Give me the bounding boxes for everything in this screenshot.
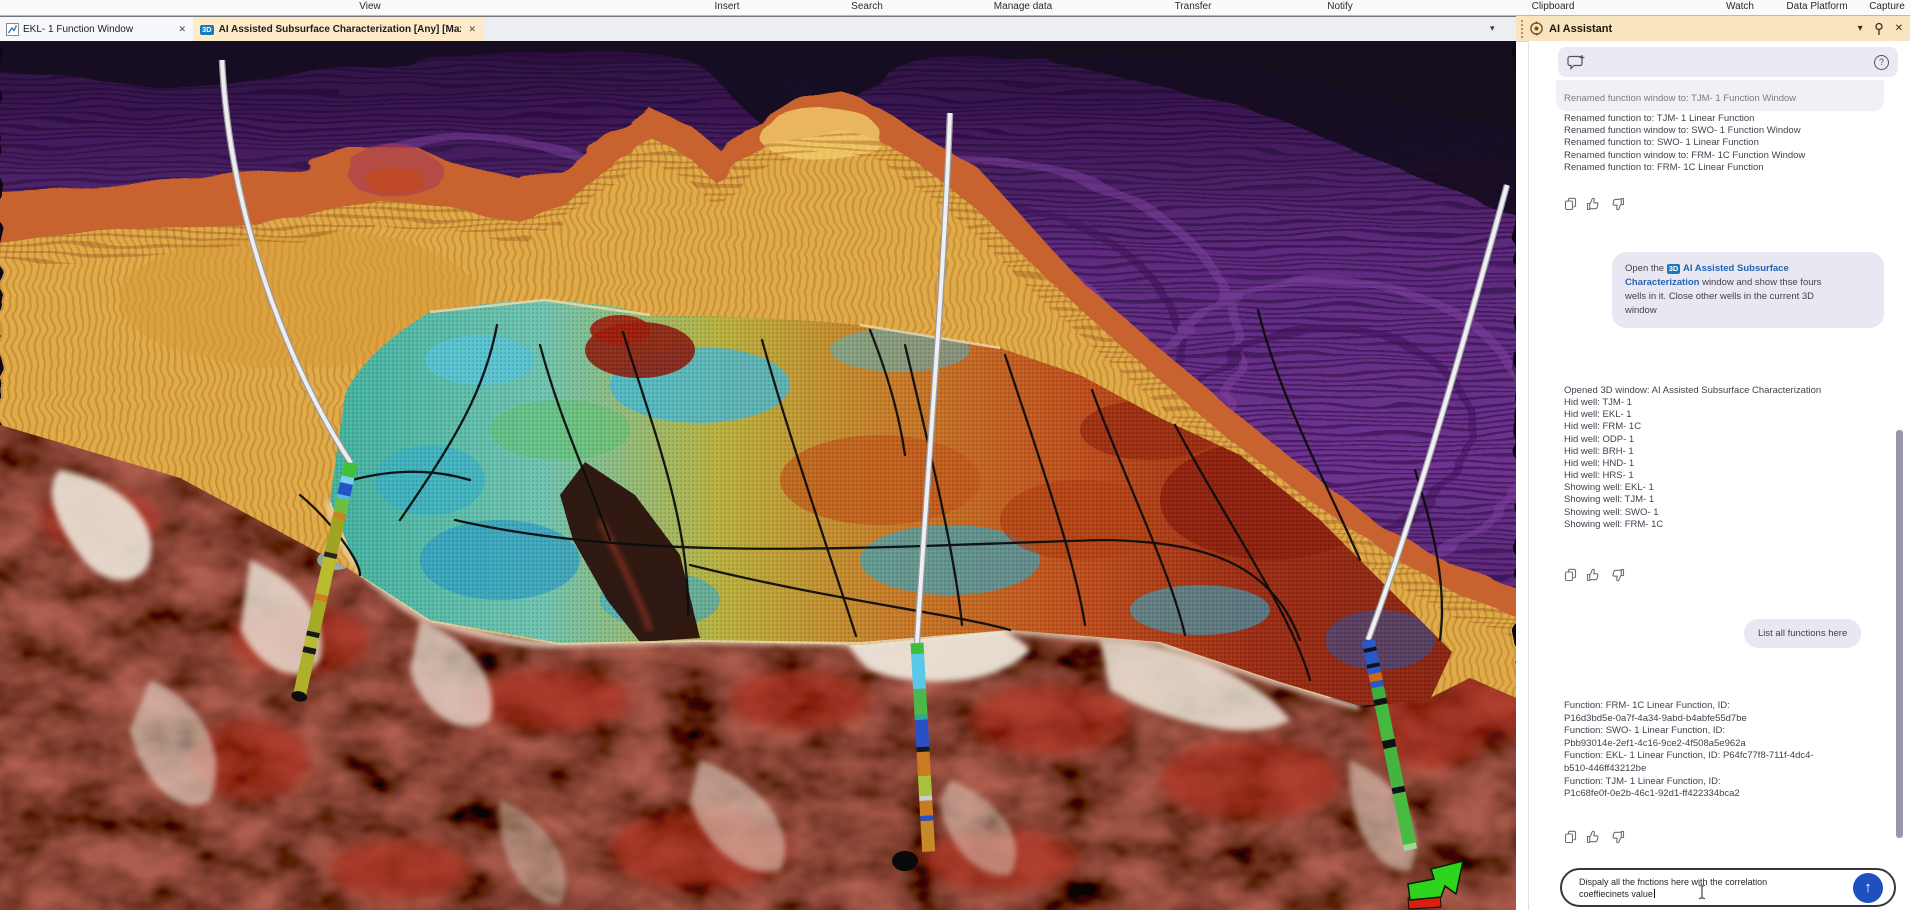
tab-close-icon[interactable]: ✕: [171, 24, 193, 35]
thumbs-up-icon[interactable]: [1586, 197, 1601, 211]
panel-close-icon[interactable]: ✕: [1895, 23, 1903, 34]
pin-icon[interactable]: [1874, 22, 1884, 36]
tab-ekl-1-function-window[interactable]: EKL- 1 Function Window ✕: [0, 17, 194, 42]
tab-ai-assisted-subsurface-characterization[interactable]: 3D AI Assisted Subsurface Characterizati…: [193, 17, 483, 42]
chat-input[interactable]: Dispaly all the fnctions here with the c…: [1560, 868, 1896, 907]
function-window-icon: [6, 23, 19, 36]
chat-scrollbar-thumb[interactable]: [1896, 430, 1903, 838]
panel-collapse-icon[interactable]: ▾: [1858, 23, 1863, 34]
menu-clipboard[interactable]: Clipboard: [1532, 1, 1575, 12]
application-window: { "menu": {"items": ["View","Insert","Se…: [0, 0, 1910, 910]
message-actions: [1564, 197, 1625, 211]
thumbs-down-icon[interactable]: [1610, 830, 1625, 844]
menu-view[interactable]: View: [359, 1, 381, 12]
chat-toolbar: ?: [1558, 47, 1898, 77]
tab-close-icon[interactable]: ✕: [461, 24, 483, 35]
chat-input-value: Dispaly all the fnctions here with the c…: [1579, 876, 1767, 900]
ai-assistant-icon: [1529, 21, 1544, 36]
thumbs-down-icon[interactable]: [1610, 197, 1625, 211]
panel-drag-handle[interactable]: [1521, 20, 1523, 38]
copy-icon[interactable]: [1564, 197, 1577, 211]
user-message-open-3d-window: Open the 3D AI Assisted Subsurface Chara…: [1612, 252, 1884, 328]
menu-notify[interactable]: Notify: [1327, 1, 1353, 12]
menu-transfer[interactable]: Transfer: [1175, 1, 1212, 12]
user-message-list-functions: List all functions here: [1744, 619, 1861, 648]
clipped-message-line: Renamed function window to: TJM- 1 Funct…: [1564, 93, 1796, 104]
tab-label: EKL- 1 Function Window: [23, 24, 133, 35]
assistant-message-well-visibility-log: Opened 3D window: AI Assisted Subsurface…: [1564, 385, 1821, 531]
menu-manage-data[interactable]: Manage data: [994, 1, 1052, 12]
new-chat-icon[interactable]: [1567, 54, 1586, 71]
ibeam-cursor: [1697, 884, 1707, 900]
copy-icon[interactable]: [1564, 830, 1577, 844]
3d-window-icon: 3D: [1667, 264, 1681, 274]
ribbon-menu-bar: View Insert Search Manage data Transfer …: [0, 0, 1910, 16]
menu-data-platform[interactable]: Data Platform: [1786, 1, 1847, 12]
tab-label: AI Assisted Subsurface Characterization …: [219, 24, 462, 35]
seismic-scene: [0, 41, 1516, 910]
assistant-message-function-list: Function: FRM- 1C Linear Function, ID: P…: [1564, 700, 1814, 801]
menu-capture[interactable]: Capture: [1869, 1, 1905, 12]
window-tab-bar: EKL- 1 Function Window ✕ 3D AI Assisted …: [0, 16, 1516, 42]
thumbs-up-icon[interactable]: [1586, 830, 1601, 844]
menu-insert[interactable]: Insert: [714, 1, 739, 12]
message-actions: [1564, 568, 1625, 582]
menu-watch[interactable]: Watch: [1726, 1, 1754, 12]
assistant-message-clipped: Renamed function window to: TJM- 1 Funct…: [1556, 80, 1884, 111]
tab-overflow-chevron-icon[interactable]: ▾: [1490, 23, 1495, 34]
3d-scene-canvas[interactable]: [0, 41, 1516, 910]
assistant-message-rename-log: Renamed function to: TJM- 1 Linear Funct…: [1564, 113, 1805, 174]
copy-icon[interactable]: [1564, 568, 1577, 582]
3d-window-icon: 3D: [200, 25, 214, 35]
menu-search[interactable]: Search: [851, 1, 883, 12]
message-actions: [1564, 830, 1625, 844]
help-icon[interactable]: ?: [1874, 55, 1889, 70]
text-caret: [1654, 889, 1655, 898]
ai-assistant-panel-header: AI Assistant ▾ ✕: [1516, 16, 1910, 42]
send-button[interactable]: ↑: [1853, 873, 1883, 903]
thumbs-up-icon[interactable]: [1586, 568, 1601, 582]
panel-title: AI Assistant: [1549, 23, 1612, 35]
thumbs-down-icon[interactable]: [1610, 568, 1625, 582]
